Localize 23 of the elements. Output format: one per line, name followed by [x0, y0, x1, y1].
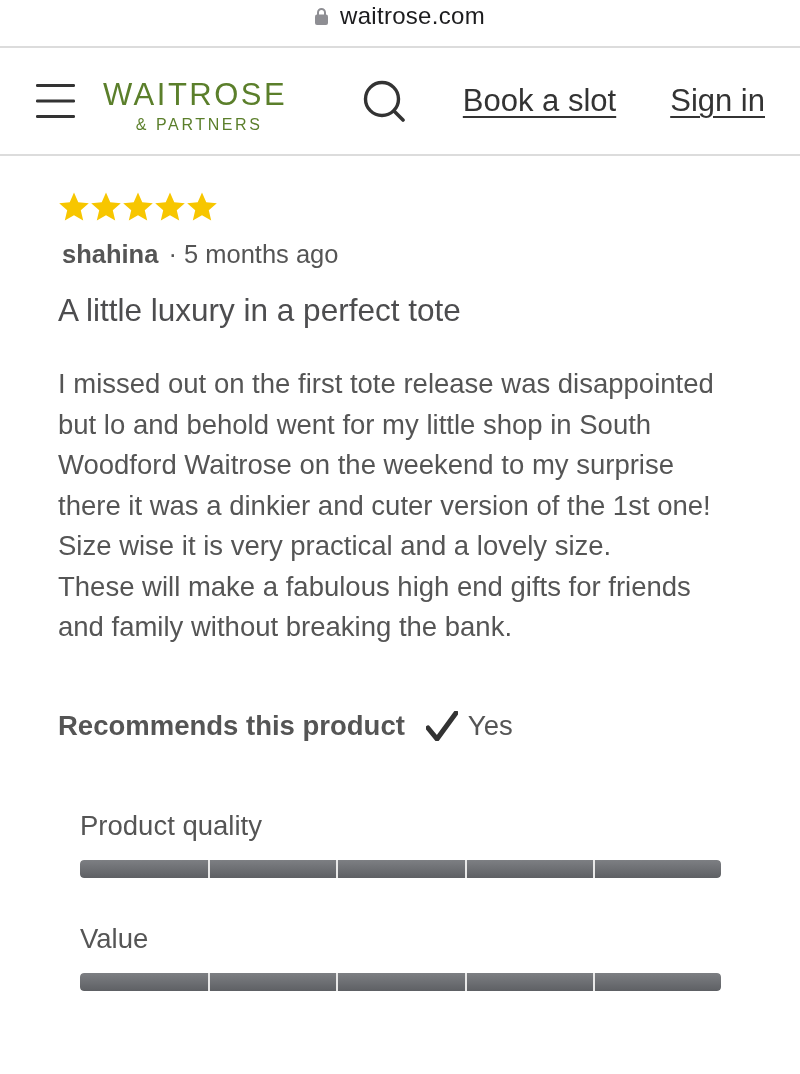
url-text[interactable]: waitrose.com [340, 2, 485, 30]
reviewer-name: shahina [62, 239, 159, 269]
review-title: A little luxury in a perfect tote [58, 292, 462, 328]
nav-link[interactable]: Sign in [670, 77, 765, 125]
star-icon [186, 191, 218, 223]
review-text: I missed out on the first tote release was disappointed but lo and behold went for my little shop in South Woodford Waitrose on the weekend to my surprise there it was a dinkier and cuter version of the 1st one! Size wise it is very practical and a lovely size. [58, 367, 715, 563]
star-icon [154, 191, 186, 223]
waitrose-logo[interactable]: WAITROSE & PARTNERS [103, 80, 288, 134]
star-icon [90, 191, 122, 223]
recommend-answer: Yes [467, 710, 513, 741]
rating-label: Product quality [80, 810, 263, 841]
lock-icon [315, 7, 328, 25]
search-icon [363, 80, 406, 122]
star-icon [58, 191, 90, 223]
menu-icon [36, 84, 75, 118]
search-button[interactable] [363, 80, 406, 122]
review-date: · 5 months ago [168, 239, 339, 269]
menu-button[interactable] [36, 84, 75, 118]
review-text: These will make a fabulous high end gifts for friends and family without breaking the bank. [58, 569, 692, 644]
rating-label: Value [80, 923, 150, 954]
recommend-label: Recommends this product [58, 710, 405, 741]
nav-link[interactable]: Book a slot [462, 77, 617, 125]
star-icon [122, 191, 154, 223]
